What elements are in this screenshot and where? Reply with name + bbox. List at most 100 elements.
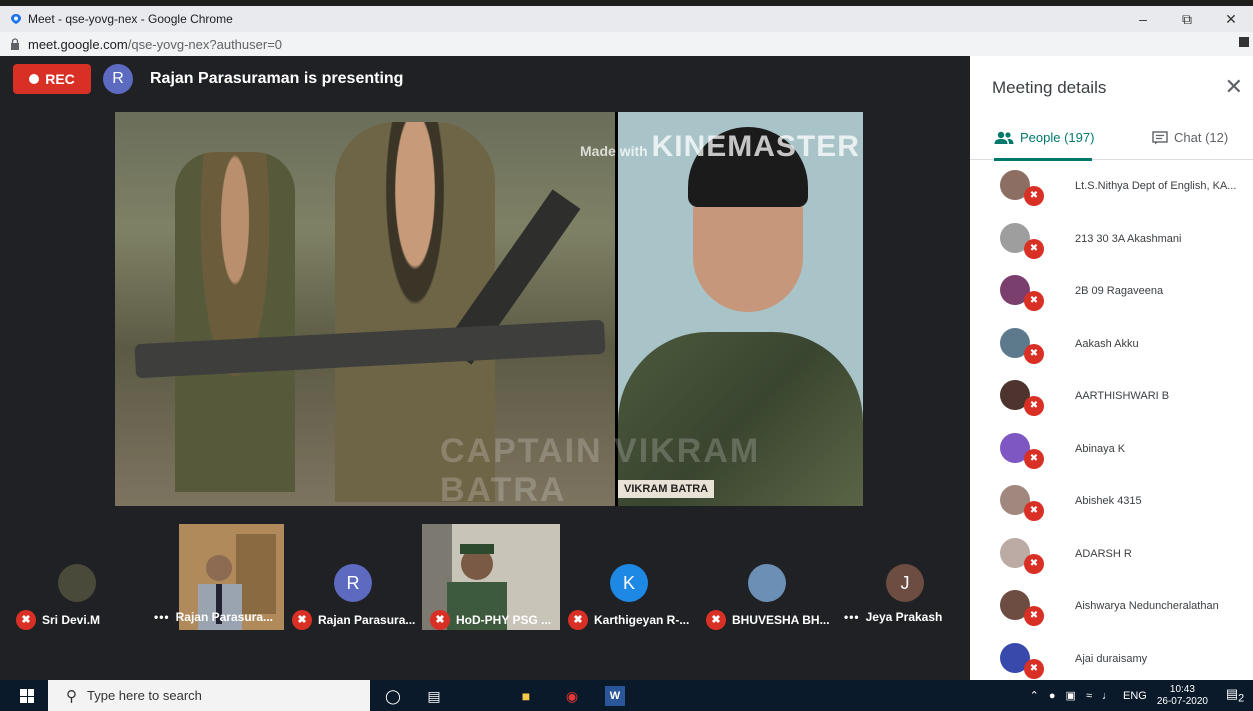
people-icon: [994, 131, 1014, 144]
rec-label: REC: [45, 71, 75, 87]
person-name: ADARSH R: [1075, 547, 1132, 560]
mic-icon[interactable]: ●: [1049, 690, 1056, 702]
kinemaster-watermark: Made with KINEMASTER: [580, 130, 860, 164]
mic-off-icon: ✖: [1024, 553, 1044, 574]
mic-off-icon: ✖: [16, 610, 36, 630]
record-dot-icon: [29, 74, 40, 84]
chat-tab-label: Chat (12): [1174, 130, 1229, 145]
notification-count: 2: [1238, 692, 1245, 705]
active-tab-indicator: [994, 158, 1092, 161]
list-item[interactable]: ✖ 213 30 3A Akashmani: [970, 215, 1253, 268]
tab-chat[interactable]: Chat (12): [1152, 130, 1228, 145]
task-view-icon[interactable]: ▤: [424, 686, 444, 706]
person-name: Abishek 4315: [1075, 495, 1142, 507]
meet-favicon-icon: [11, 14, 21, 24]
clock[interactable]: 10:43 26-07-2020: [1157, 684, 1208, 708]
language-indicator[interactable]: ENG: [1123, 690, 1147, 702]
avatar: R: [334, 564, 372, 602]
list-item[interactable]: ✖ Lt.S.Nithya Dept of English, KA...: [970, 162, 1253, 215]
avatar: [748, 564, 786, 602]
recording-badge: REC: [13, 64, 91, 94]
mic-off-icon: ✖: [1024, 501, 1044, 521]
list-item[interactable]: ✖ Aakash Akku: [970, 320, 1253, 373]
presenting-text: Rajan Parasuraman is presenting: [150, 70, 404, 87]
participant-tile[interactable]: ✖ Sri Devi.M: [8, 524, 146, 630]
mic-off-icon: ✖: [1024, 396, 1044, 416]
restore-button[interactable]: ⧉: [1165, 6, 1209, 32]
panel-tabs: People (197) Chat (12): [970, 116, 1253, 161]
url-path: /qse-yovg-nex?authuser=0: [127, 36, 283, 52]
participant-name: HoD-PHY PSG ...: [456, 613, 552, 627]
participant-tile[interactable]: ✖ HoD-PHY PSG ...: [422, 524, 560, 630]
person-name: AARTHISHWARI B: [1075, 390, 1170, 402]
participant-tile[interactable]: ••• Rajan Parasura...: [146, 524, 284, 630]
mic-off-icon: ✖: [1024, 291, 1044, 311]
windows-start-icon[interactable]: [20, 689, 34, 703]
cortana-icon[interactable]: ◯: [383, 686, 403, 706]
participant-tile[interactable]: K ✖ Karthigeyan R-...: [560, 524, 698, 630]
person-name: 213 30 3A Akashmani: [1075, 232, 1182, 245]
chevron-up-icon[interactable]: ⌃: [1030, 689, 1039, 702]
mic-off-icon: ✖: [430, 610, 450, 630]
search-icon: ⚲: [66, 687, 77, 705]
avatar: K: [610, 564, 648, 602]
person-name: Lt.S.Nithya Dept of English, KA...: [1075, 180, 1237, 192]
soldier-figure: [175, 152, 295, 492]
participant-tile[interactable]: R ✖ Rajan Parasura...: [284, 524, 422, 630]
more-options-icon[interactable]: •••: [844, 610, 860, 624]
meeting-stage: REC R Rajan Parasuraman is presenting VI…: [0, 56, 974, 680]
avatar: [58, 564, 96, 602]
participant-name: Sri Devi.M: [42, 613, 101, 627]
minimize-button[interactable]: –: [1121, 6, 1165, 32]
list-item[interactable]: ✖ Aishwarya Neduncheralathan: [970, 582, 1253, 635]
mic-off-icon: ✖: [568, 610, 588, 630]
chrome-icon[interactable]: ◉: [562, 686, 582, 706]
clock-date: 26-07-2020: [1156, 695, 1208, 707]
meeting-details-panel: Meeting details ✕ People (197) Chat (12)…: [970, 56, 1253, 680]
word-icon[interactable]: W: [605, 686, 625, 706]
notification-icon[interactable]: ▤2: [1225, 686, 1245, 706]
clock-time: 10:43: [1169, 683, 1195, 695]
person-name: Ajai duraisamy: [1075, 652, 1148, 665]
volume-icon[interactable]: ♩: [1102, 690, 1113, 702]
person-name: Aishwarya Neduncheralathan: [1075, 600, 1219, 612]
list-item[interactable]: ✖ 2B 09 Ragaveena: [970, 267, 1253, 320]
extension-icon[interactable]: [1239, 37, 1249, 47]
list-item[interactable]: ✖ AARTHISHWARI B: [970, 372, 1253, 425]
tab-people[interactable]: People (197): [994, 130, 1094, 145]
participant-strip: ✖ Sri Devi.M ••• Rajan Parasura... R ✖ Raja…: [0, 524, 974, 630]
list-item[interactable]: ✖ ADARSH R: [970, 530, 1253, 583]
watermark-brand: KINEMASTER: [651, 130, 860, 163]
system-tray: ⌃ ● ▣ ≈ ♩ ENG 10:43 26-07-2020: [1030, 680, 1208, 711]
close-panel-icon[interactable]: ✕: [1225, 74, 1243, 100]
browser-tab-title: Meet - qse-yovg-nex - Google Chrome: [28, 12, 233, 26]
file-explorer-icon[interactable]: ■: [516, 686, 536, 706]
mic-off-icon: ✖: [292, 610, 312, 630]
participant-tile[interactable]: J ••• Jeya Prakash: [836, 524, 974, 630]
browser-title-bar: Meet - qse-yovg-nex - Google Chrome – ⧉ …: [0, 6, 1253, 32]
wifi-icon[interactable]: ≈: [1086, 690, 1092, 702]
mic-off-icon: ✖: [1024, 606, 1044, 626]
network-icon[interactable]: ▣: [1066, 689, 1076, 702]
mic-off-icon: ✖: [706, 610, 726, 630]
mic-off-icon: ✖: [1024, 343, 1044, 364]
avatar: J: [886, 564, 924, 602]
taskbar-search[interactable]: ⚲ Type here to search: [48, 680, 370, 711]
list-item[interactable]: ✖ Abishek 4315: [970, 477, 1253, 530]
shared-screen: VIKRAM BATRA Made with KINEMASTER CAPTAI…: [115, 112, 863, 506]
list-item[interactable]: ✖ Abinaya K: [970, 425, 1253, 478]
participant-name: Jeya Prakash: [865, 610, 943, 624]
people-tab-label: People (197): [1020, 130, 1095, 145]
people-list: ✖ Lt.S.Nithya Dept of English, KA... ✖ 213…: [970, 162, 1253, 687]
presenter-avatar: R: [103, 64, 133, 94]
close-window-button[interactable]: ✕: [1209, 6, 1253, 32]
search-placeholder: Type here to search: [87, 688, 202, 703]
participant-name: Rajan Parasura...: [175, 610, 273, 624]
watermark-prefix: Made with: [580, 143, 648, 159]
participant-tile[interactable]: ✖ BHUVESHA BH...: [698, 524, 836, 630]
mic-off-icon: ✖: [1024, 238, 1044, 259]
participant-name: BHUVESHA BH...: [732, 613, 830, 627]
person-name: Aakash Akku: [1075, 337, 1139, 350]
more-options-icon[interactable]: •••: [154, 610, 170, 624]
address-bar[interactable]: meet.google.com/qse-yovg-nex?authuser=0: [0, 32, 1253, 56]
